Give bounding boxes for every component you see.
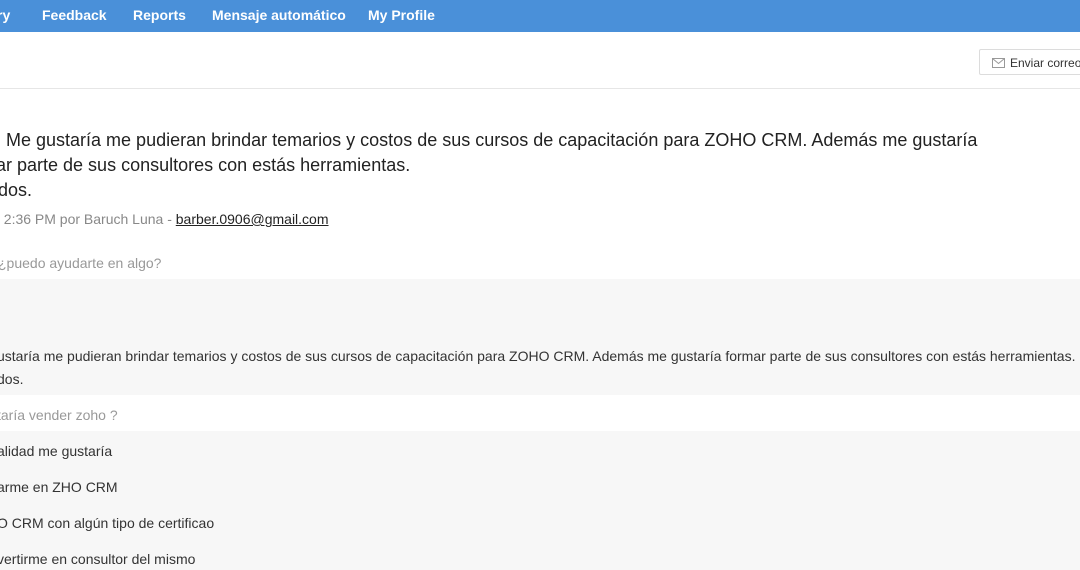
send-email-button[interactable]: Enviar correo (979, 49, 1080, 75)
nav-item-history[interactable]: ry (0, 0, 10, 32)
message-line: . Me gustaría me pudieran brindar temari… (0, 130, 978, 150)
author-email-link[interactable]: barber.0906@gmail.com (176, 211, 329, 227)
toolbar: Enviar correo (0, 32, 1080, 89)
form-answer: vertirme en consultor del mismo (0, 551, 196, 567)
send-email-label: Enviar correo (1010, 56, 1080, 70)
nav-item-feedback[interactable]: Feedback (42, 0, 107, 32)
form-answer: alidad me gustaría (0, 443, 113, 459)
form-answer: O CRM con algún tipo de certificao (0, 515, 215, 531)
form-answer: ustaría me pudieran brindar temarios y c… (0, 348, 1076, 364)
form-answer: arme en ZHO CRM (0, 479, 118, 495)
message-timestamp-author: , 2:36 PM por Baruch Luna - (0, 211, 176, 227)
answer-panel (0, 279, 1080, 395)
top-navigation: ry Feedback Reports Mensaje automático M… (0, 0, 1080, 32)
nav-item-my-profile[interactable]: My Profile (368, 0, 435, 32)
form-question: ¿puedo ayudarte en algo? (0, 255, 162, 271)
form-answer: dos. (0, 371, 24, 387)
mail-icon (992, 58, 1005, 68)
message-meta: , 2:36 PM por Baruch Luna - barber.0906@… (0, 210, 329, 228)
message-line: dos. (0, 180, 33, 200)
nav-item-reports[interactable]: Reports (133, 0, 186, 32)
nav-item-mensaje-automatico[interactable]: Mensaje automático (212, 0, 346, 32)
form-question: taría vender zoho ? (0, 407, 118, 423)
message-line: ar parte de sus consultores con estás he… (0, 155, 411, 175)
